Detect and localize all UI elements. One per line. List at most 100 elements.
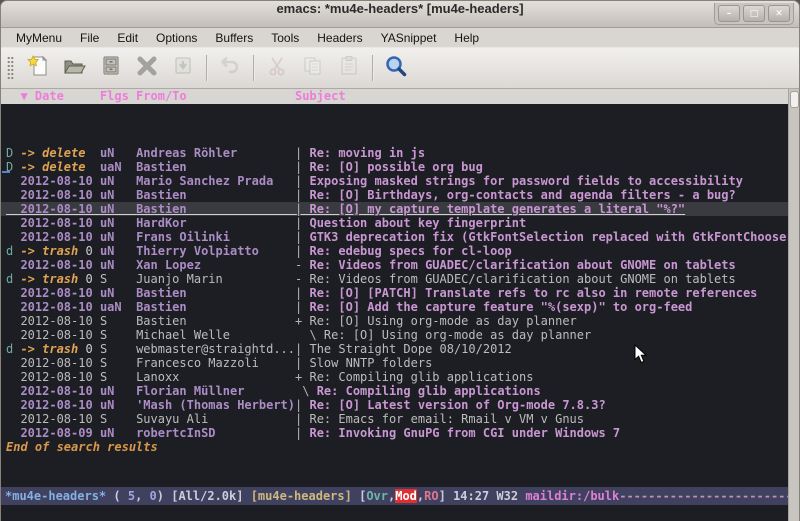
menu-tools[interactable]: Tools — [262, 31, 308, 45]
message-row[interactable]: d -> trash 0 S Juanjo Marin - Re: Videos… — [1, 272, 788, 286]
modeline-segment-dashes: -------------------------------------- — [619, 489, 788, 503]
thread-indicator: | — [295, 342, 309, 356]
subject: Re: moving in js — [309, 146, 425, 160]
flags: uN — [100, 146, 136, 160]
delete-button[interactable] — [129, 52, 165, 84]
message-row[interactable]: 2012-08-10 uaN Bastien | Re: [O] Add the… — [1, 300, 788, 314]
end-of-search-results: End of search results — [1, 440, 788, 454]
thread-indicator: | — [295, 244, 309, 258]
toolbar-drag-handle[interactable] — [7, 56, 14, 80]
flags: uaN — [100, 300, 136, 314]
thread-indicator: | — [295, 230, 309, 244]
save-as-button — [165, 52, 201, 84]
message-row[interactable]: 2012-08-10 uN Florian Müllner \ Re: Comp… — [1, 384, 788, 398]
message-row[interactable]: d -> trash 0 uN Thierry Volpiatto | Re: … — [1, 244, 788, 258]
subject: Re: [O] Using org-mode as day planner — [309, 314, 576, 328]
echo-area[interactable] — [1, 505, 788, 521]
thread-indicator: | — [295, 412, 309, 426]
message-row[interactable]: 2012-08-10 uN HardKor | Question about k… — [1, 216, 788, 230]
thread-indicator: | — [295, 188, 309, 202]
message-row[interactable]: 2012-08-10 S Francesco Mazzoli | Slow NN… — [1, 356, 788, 370]
from: Bastien — [136, 160, 295, 174]
modeline-segment-mod: Mod — [395, 489, 417, 503]
from: Lanoxx — [136, 370, 295, 384]
message-row[interactable]: 2012-08-09 uN robertcInSD | Re: Invoking… — [1, 426, 788, 440]
date: 2012-08-10 — [20, 370, 99, 384]
message-row[interactable]: D -> delete uN Andreas Röhler | Re: movi… — [1, 146, 788, 160]
from: Florian Müllner — [136, 384, 295, 398]
subject: Re: [O] Using org-mode as day planner — [324, 328, 591, 342]
open-folder-button[interactable] — [57, 52, 93, 84]
message-row[interactable]: 2012-08-10 S Bastien + Re: [O] Using org… — [1, 314, 788, 328]
message-row[interactable]: d -> trash 0 S webmaster@straightd...| T… — [1, 342, 788, 356]
message-row-current[interactable]: 2012-08-10 uN Bastien | Re: [O] my captu… — [1, 202, 788, 216]
flags: uN — [100, 426, 136, 440]
scrollbar-thumb[interactable] — [790, 91, 799, 108]
thread-indicator: | — [295, 426, 309, 440]
maximize-button[interactable]: □ — [743, 5, 765, 22]
search-button[interactable] — [378, 52, 414, 84]
menu-yasnippet[interactable]: YASnippet — [372, 31, 446, 45]
save-as-icon — [170, 53, 196, 83]
message-row[interactable]: 2012-08-10 uN Xan Lopez - Re: Videos fro… — [1, 258, 788, 272]
toolbar-separator — [372, 55, 373, 81]
menu-buffers[interactable]: Buffers — [206, 31, 262, 45]
tool-bar — [1, 47, 799, 89]
mouse-cursor — [634, 344, 647, 364]
flags: S — [100, 342, 136, 356]
frame-content: ▼ Date Flgs From/To Subject D -> delete … — [1, 89, 799, 521]
close-button[interactable]: ✕ — [768, 5, 790, 22]
message-row[interactable]: 2012-08-10 uN Bastien | Re: [O] Birthday… — [1, 188, 788, 202]
modeline-segment-plain: [All/2.0k] — [171, 489, 250, 503]
mark-char: d — [6, 342, 20, 356]
message-row[interactable]: 2012-08-10 uN Mario Sanchez Prada | Expo… — [1, 174, 788, 188]
menu-headers[interactable]: Headers — [308, 31, 371, 45]
message-row[interactable]: 2012-08-10 S Michael Welle \ Re: [O] Usi… — [1, 328, 788, 342]
flags: uN — [100, 202, 136, 216]
headers-column-header-line[interactable]: ▼ Date Flgs From/To Subject — [1, 89, 788, 104]
date: 2012-08-10 — [20, 230, 99, 244]
mark-target: -> delete — [20, 160, 85, 174]
undo-button — [212, 52, 248, 84]
menu-help[interactable]: Help — [445, 31, 488, 45]
from: Francesco Mazzoli — [136, 356, 295, 370]
flags: S — [100, 412, 136, 426]
title-bar[interactable]: emacs: *mu4e-headers* [mu4e-headers] –□✕ — [1, 1, 799, 28]
flags: uaN — [100, 160, 136, 174]
message-row[interactable]: 2012-08-10 uN 'Mash (Thomas Herbert)| Re… — [1, 398, 788, 412]
copy-icon — [300, 53, 326, 83]
thread-indicator: + — [295, 314, 309, 328]
subject: The Straight Dope 08/10/2012 — [309, 342, 511, 356]
subject: Re: Videos from GUADEC/clarification abo… — [309, 272, 735, 286]
date: 2012-08-10 — [20, 258, 99, 272]
menu-edit[interactable]: Edit — [108, 31, 147, 45]
mu4e-headers-buffer-window: ▼ Date Flgs From/To Subject D -> delete … — [1, 89, 788, 521]
message-row[interactable]: 2012-08-10 uN Bastien | Re: [O] [PATCH] … — [1, 286, 788, 300]
subject: Re: Compiling glib applications — [317, 384, 541, 398]
message-row[interactable]: 2012-08-10 S Lanoxx + Re: Compiling glib… — [1, 370, 788, 384]
menu-mymenu[interactable]: MyMenu — [7, 31, 71, 45]
new-file-button[interactable] — [21, 52, 57, 84]
modeline-segment-maildir: maildir:/bulk — [525, 489, 619, 503]
flags: S — [100, 356, 136, 370]
menu-file[interactable]: File — [71, 31, 108, 45]
message-row[interactable]: 2012-08-10 S Suvayu Ali | Re: Emacs for … — [1, 412, 788, 426]
subject: Question about key fingerprint — [309, 216, 526, 230]
subject: Re: [O] my capture template generates a … — [309, 202, 685, 216]
delete-icon — [134, 53, 160, 83]
modeline-segment-plain: , — [135, 489, 149, 503]
message-row[interactable]: 2012-08-10 uN Frans Oilinki | GTK3 depre… — [1, 230, 788, 244]
save-button[interactable] — [93, 52, 129, 84]
buffer: D -> delete uN Andreas Röhler | Re: movi… — [1, 104, 788, 487]
date: 2012-08-10 — [20, 300, 99, 314]
undo-icon — [217, 53, 243, 83]
subject: Re: Invoking GnuPG from CGI under Window… — [309, 426, 620, 440]
date: 2012-08-10 — [20, 328, 99, 342]
menu-options[interactable]: Options — [147, 31, 206, 45]
minimize-button[interactable]: – — [718, 5, 740, 22]
thread-indicator: | — [295, 202, 309, 216]
date: 2012-08-10 — [20, 202, 99, 216]
message-row[interactable]: D -> delete uaN Bastien | Re: [O] possib… — [1, 160, 788, 174]
vertical-scrollbar[interactable] — [788, 89, 799, 521]
flags: S — [100, 272, 136, 286]
